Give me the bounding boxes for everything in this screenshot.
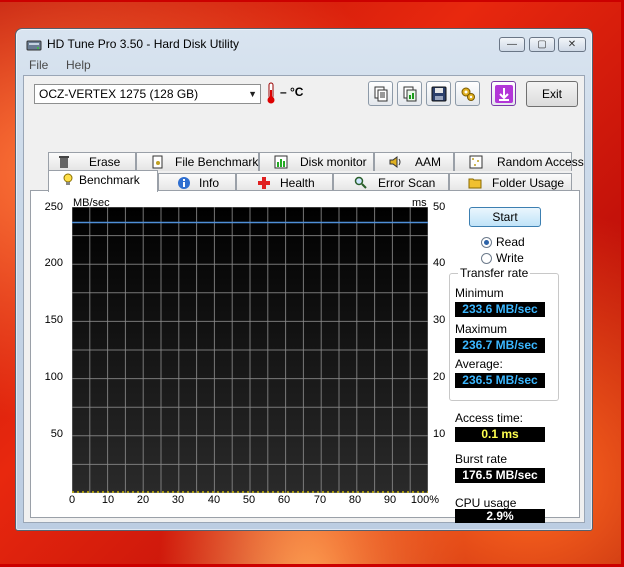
tab-erase[interactable]: Erase — [48, 152, 136, 171]
tab-random-access-label: Random Access — [497, 155, 584, 169]
tab-aam-label: AAM — [415, 155, 442, 169]
minimize-button[interactable]: — — [499, 37, 525, 52]
menu-file[interactable]: File — [29, 58, 48, 72]
copy-text-button[interactable] — [368, 81, 393, 106]
download-icon — [494, 84, 513, 103]
window-title: HD Tune Pro 3.50 - Hard Disk Utility — [47, 37, 240, 51]
y-tick-100: 100 — [44, 371, 63, 383]
maximize-button[interactable]: ▢ — [529, 37, 555, 52]
x-tick-50: 50 — [242, 494, 256, 506]
cpu-usage-label: CPU usage — [455, 496, 517, 510]
burst-rate-label: Burst rate — [455, 452, 508, 466]
y2-tick-30: 30 — [433, 314, 446, 326]
tab-aam[interactable]: AAM — [374, 152, 454, 171]
x-tick-40: 40 — [207, 494, 221, 506]
options-button[interactable] — [455, 81, 480, 106]
copy-text-icon — [374, 86, 387, 101]
tab-benchmark[interactable]: Benchmark — [48, 170, 158, 192]
hdtune-app-icon — [26, 40, 42, 51]
x-tick-70: 70 — [313, 494, 327, 506]
red-frame-top — [0, 0, 624, 2]
average-value: 236.5 MB/sec — [455, 373, 545, 388]
tab-disk-monitor[interactable]: Disk monitor — [259, 152, 374, 171]
transfer-rate-chart — [72, 207, 428, 493]
average-label: Average: — [455, 357, 503, 371]
info-icon — [178, 177, 190, 189]
options-icon — [461, 87, 475, 101]
y2-tick-40: 40 — [433, 257, 446, 269]
benchmark-panel: MB/sec ms 250 200 150 100 50 50 40 30 20… — [30, 190, 580, 523]
x-tick-100: 100% — [410, 494, 440, 506]
copy-image-icon — [403, 86, 416, 101]
tab-file-benchmark[interactable]: File Benchmark — [136, 152, 259, 171]
x-tick-90: 90 — [383, 494, 397, 506]
write-radio[interactable] — [481, 253, 492, 264]
tab-file-benchmark-label: File Benchmark — [175, 155, 259, 169]
transfer-rate-title: Transfer rate — [458, 266, 531, 280]
y2-tick-20: 20 — [433, 371, 446, 383]
maximum-value: 236.7 MB/sec — [455, 338, 545, 353]
access-time-label: Access time: — [455, 411, 524, 425]
chevron-down-icon: ▼ — [248, 89, 257, 99]
menu-help[interactable]: Help — [66, 58, 91, 72]
title-bar[interactable]: HD Tune Pro 3.50 - Hard Disk Utility — ▢… — [16, 29, 592, 59]
x-tick-20: 20 — [136, 494, 150, 506]
x-tick-80: 80 — [348, 494, 362, 506]
tab-benchmark-label: Benchmark — [79, 173, 140, 187]
download-button[interactable] — [491, 81, 516, 106]
read-radio-label: Read — [496, 235, 525, 249]
minimum-label: Minimum — [455, 286, 504, 300]
drive-dropdown[interactable]: OCZ-VERTEX 1275 (128 GB) ▼ — [34, 84, 261, 104]
tab-disk-monitor-label: Disk monitor — [300, 155, 367, 169]
tab-erase-label: Erase — [89, 155, 121, 169]
maximum-label: Maximum — [455, 322, 508, 336]
close-icon: ✕ — [567, 39, 577, 50]
trash-icon — [59, 156, 69, 168]
x-tick-0: 0 — [68, 494, 76, 506]
copy-image-button[interactable] — [397, 81, 422, 106]
y-tick-150: 150 — [44, 314, 63, 326]
cpu-usage-value: 2.9% — [455, 509, 545, 523]
access-time-value: 0.1 ms — [455, 427, 545, 442]
minimize-icon: — — [507, 39, 517, 50]
y-tick-250: 250 — [44, 201, 63, 213]
exit-button[interactable]: Exit — [526, 81, 578, 107]
speaker-icon — [389, 156, 401, 168]
save-icon — [431, 86, 446, 101]
write-radio-label: Write — [496, 251, 524, 265]
disk-monitor-icon — [274, 155, 288, 169]
x-tick-10: 10 — [101, 494, 115, 506]
main-client-area: OCZ-VERTEX 1275 (128 GB) ▼ – °C Exit Era… — [23, 75, 585, 523]
folder-icon — [468, 178, 482, 189]
file-icon — [152, 155, 163, 169]
y-tick-200: 200 — [44, 257, 63, 269]
lightbulb-icon — [63, 173, 73, 185]
x-tick-60: 60 — [277, 494, 291, 506]
app-window: HD Tune Pro 3.50 - Hard Disk Utility — ▢… — [15, 28, 593, 531]
y-tick-50: 50 — [50, 428, 63, 440]
save-button[interactable] — [426, 81, 451, 106]
y2-tick-10: 10 — [433, 428, 446, 440]
start-button[interactable]: Start — [469, 207, 541, 227]
read-radio[interactable] — [481, 237, 492, 248]
magnifier-icon — [354, 176, 367, 189]
maximize-icon: ▢ — [537, 39, 547, 50]
minimum-value: 233.6 MB/sec — [455, 302, 545, 317]
temperature-readout: – °C — [280, 85, 304, 99]
tab-random-access[interactable]: Random Access — [454, 152, 584, 171]
health-cross-icon — [258, 177, 270, 189]
burst-rate-value: 176.5 MB/sec — [455, 468, 545, 483]
x-tick-30: 30 — [171, 494, 185, 506]
y2-tick-50: 50 — [433, 201, 446, 213]
random-access-icon — [469, 155, 483, 169]
drive-dropdown-value: OCZ-VERTEX 1275 (128 GB) — [39, 87, 199, 101]
close-button[interactable]: ✕ — [558, 37, 586, 52]
thermometer-icon — [267, 82, 275, 104]
